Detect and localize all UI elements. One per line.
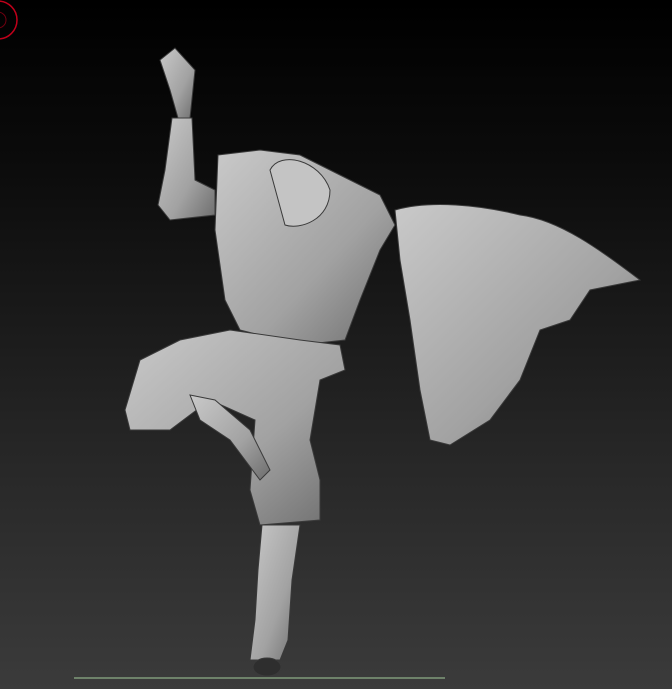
viewport-canvas[interactable] (0, 0, 672, 689)
zbrush-viewport[interactable] (0, 0, 672, 689)
brush-cursor-icon (0, 0, 18, 40)
sculpt-model-icon[interactable] (124, 47, 642, 677)
